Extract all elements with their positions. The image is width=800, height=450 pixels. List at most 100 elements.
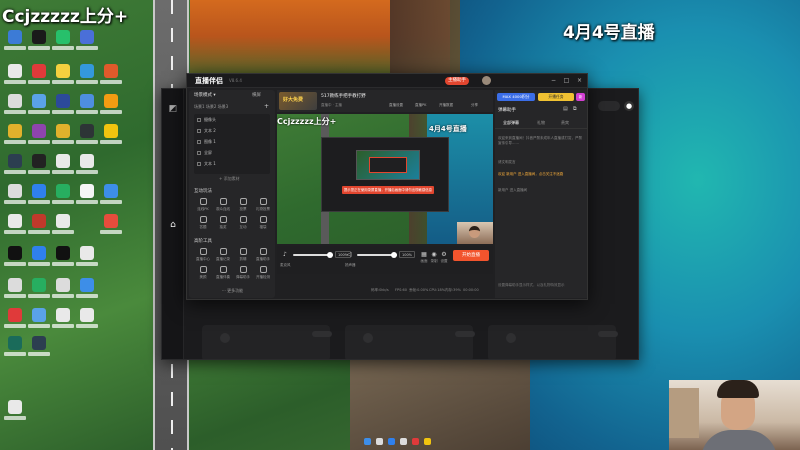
more-tools-button[interactable]: ··· 更多功能	[222, 288, 243, 294]
tool-beauty[interactable]: 美颜	[194, 266, 212, 282]
tab-gifts[interactable]: 礼物	[537, 120, 545, 126]
desktop-icon[interactable]	[76, 124, 98, 150]
tool-quiz[interactable]: 答题	[194, 216, 212, 232]
source-item[interactable]: 文本 2	[197, 127, 267, 135]
rail-logo-icon[interactable]: ◩	[167, 103, 179, 115]
settings-button[interactable]: ⚙ 设置	[437, 251, 451, 264]
desktop-icon[interactable]	[28, 124, 50, 150]
desktop-icon[interactable]	[100, 214, 122, 240]
desktop-icon[interactable]	[76, 184, 98, 210]
desktop-icon[interactable]	[52, 30, 74, 56]
user-avatar-icon[interactable]: ●	[624, 101, 634, 111]
visibility-checkbox[interactable]	[197, 118, 201, 122]
source-item[interactable]: 摄像头	[197, 116, 267, 124]
desktop-icon[interactable]	[28, 184, 50, 210]
desktop-icon[interactable]	[4, 184, 26, 210]
desktop-icon[interactable]	[76, 308, 98, 334]
app-card[interactable]	[488, 325, 618, 359]
avatar[interactable]	[482, 76, 491, 85]
source-item[interactable]: 全屏	[197, 149, 267, 157]
visibility-checkbox[interactable]	[197, 151, 201, 155]
taskbar-icon[interactable]	[376, 438, 383, 445]
desktop-icon[interactable]	[28, 64, 50, 90]
desktop-icon[interactable]	[52, 214, 74, 240]
desktop-icon[interactable]	[28, 308, 50, 334]
app-card[interactable]	[202, 325, 332, 359]
desktop-icon[interactable]	[76, 94, 98, 120]
desktop-icon[interactable]	[4, 124, 26, 150]
desktop-icon[interactable]	[76, 64, 98, 90]
desktop-icon[interactable]	[28, 214, 50, 240]
slider-knob[interactable]	[327, 252, 333, 258]
desktop-icon[interactable]	[52, 184, 74, 210]
tab-vip[interactable]: 贵宾	[561, 120, 569, 126]
speaker-icon[interactable]: ◁	[347, 251, 352, 258]
app-card[interactable]	[345, 325, 475, 359]
visibility-checkbox[interactable]	[197, 129, 201, 133]
tool-danmaku-assistant[interactable]: 弹幕助手	[234, 266, 252, 282]
taskbar-icon[interactable]	[364, 438, 371, 445]
tool-lottery[interactable]: 抽奖	[214, 216, 232, 232]
tab-all[interactable]: 全部弹幕	[503, 120, 519, 126]
slider-knob[interactable]	[391, 252, 397, 258]
filter-icon[interactable]: ▤	[563, 106, 568, 112]
app-toggle-pill[interactable]	[598, 101, 620, 111]
tool-live-record[interactable]: 直播记录	[214, 248, 232, 264]
points-badge[interactable]: MAX 4000积分	[497, 93, 535, 101]
tool-lucky-bag[interactable]: 福袋	[254, 216, 272, 232]
desktop-icon[interactable]	[76, 278, 98, 304]
tool-accompaniment[interactable]: 直播伴奏	[214, 266, 232, 282]
live-settings-button[interactable]: 直播设置	[389, 103, 403, 108]
stream-preview[interactable]: Ccjzzzzz上分+ 4月4号直播 提示您正在使用录屏直播，开播后画面中请勿出…	[277, 114, 493, 244]
tool-link-pk[interactable]: 连线PK	[194, 198, 212, 214]
desktop-icon[interactable]	[28, 30, 50, 56]
close-icon[interactable]: ×	[575, 76, 584, 85]
desktop-icon[interactable]	[100, 124, 122, 150]
microphone-volume-slider[interactable]	[293, 252, 333, 258]
stream-data-button[interactable]: 开播数据	[439, 103, 453, 108]
desktop-icon[interactable]	[4, 308, 26, 334]
tool-interact[interactable]: 互动	[234, 216, 252, 232]
desktop-icon[interactable]	[4, 154, 26, 180]
login-badge[interactable]: 主播助手	[445, 77, 469, 85]
desktop-icon[interactable]	[28, 154, 50, 180]
visibility-checkbox[interactable]	[197, 140, 201, 144]
desktop-icon[interactable]	[28, 336, 50, 362]
desktop-icon[interactable]	[4, 278, 26, 304]
scene-tabs[interactable]: 场景1 场景2 场景3	[194, 104, 228, 110]
desktop-icon[interactable]	[52, 246, 74, 272]
desktop-icon[interactable]	[4, 246, 26, 272]
tool-clip[interactable]: 剪辑	[234, 248, 252, 264]
scene-mode-dropdown[interactable]: 场景模式 ▾	[194, 92, 216, 98]
minimize-icon[interactable]: −	[549, 76, 558, 85]
desktop-icon[interactable]	[52, 308, 74, 334]
desktop-icon[interactable]	[52, 94, 74, 120]
live-pk-button[interactable]: 直播PK	[415, 103, 426, 108]
desktop-icon[interactable]	[28, 246, 50, 272]
source-item[interactable]: 图像 1	[197, 138, 267, 146]
orientation-toggle[interactable]: 横屏	[252, 92, 261, 98]
desktop-icon[interactable]	[28, 94, 50, 120]
tool-gift-vote[interactable]: 礼物投票	[254, 198, 272, 214]
tool-audience-link[interactable]: 观众连线	[214, 198, 232, 214]
share-button[interactable]: 分享	[471, 103, 478, 108]
microphone-icon[interactable]: ♪	[283, 251, 287, 258]
taskbar-icon[interactable]	[400, 438, 407, 445]
room-cover-thumbnail[interactable]: 好大免费	[279, 92, 317, 110]
desktop-icon[interactable]	[4, 400, 26, 426]
desktop-icon[interactable]	[52, 154, 74, 180]
popout-icon[interactable]: ⧉	[573, 106, 577, 112]
add-source-button[interactable]: + 添加素材	[219, 176, 240, 182]
taskbar-icon[interactable]	[424, 438, 431, 445]
desktop-icon[interactable]	[4, 214, 26, 240]
desktop-icon[interactable]	[76, 30, 98, 56]
stream-task-badge[interactable]: 开播任务	[538, 93, 574, 101]
speaker-volume-slider[interactable]	[357, 252, 397, 258]
desktop-icon[interactable]	[100, 184, 122, 210]
desktop-icon[interactable]	[52, 64, 74, 90]
visibility-checkbox[interactable]	[197, 162, 201, 166]
taskbar-icon[interactable]	[412, 438, 419, 445]
desktop-icon[interactable]	[4, 64, 26, 90]
tool-vote[interactable]: 投票	[234, 198, 252, 214]
desktop-icon[interactable]	[52, 124, 74, 150]
